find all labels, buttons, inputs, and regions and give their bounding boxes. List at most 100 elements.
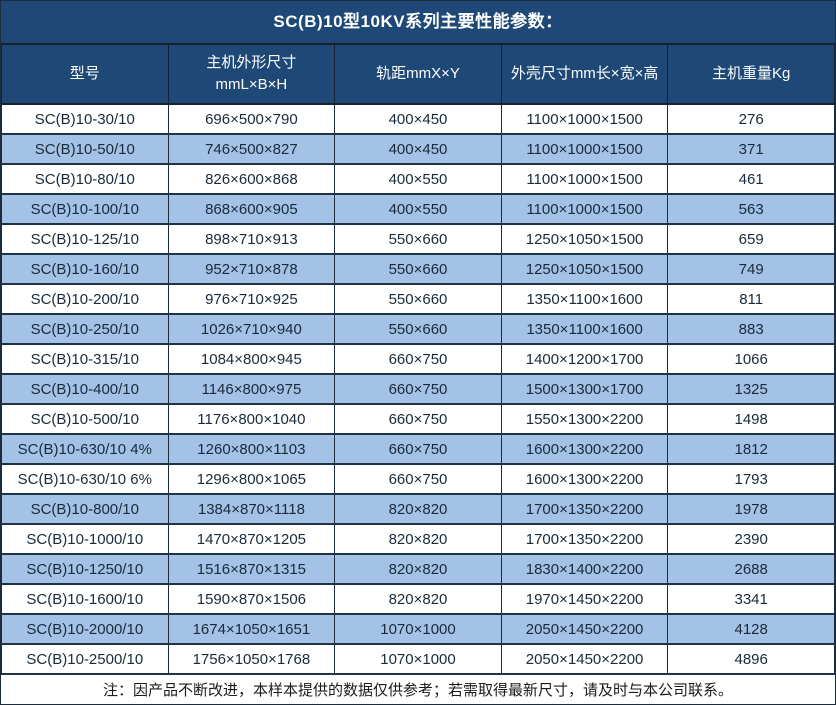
table-row: SC(B)10-250/101026×710×940550×6601350×11… (2, 314, 835, 344)
table-cell: 811 (668, 284, 835, 314)
table-cell: 660×750 (335, 344, 502, 374)
table-cell: 4896 (668, 644, 835, 674)
table-cell: 820×820 (335, 524, 502, 554)
table-cell: 1550×1300×2200 (501, 404, 668, 434)
table-cell: 400×450 (335, 104, 502, 134)
table-cell: 1260×800×1103 (168, 434, 335, 464)
table-cell: 1350×1100×1600 (501, 314, 668, 344)
table-cell: SC(B)10-2500/10 (2, 644, 169, 674)
header-row: 型号 主机外形尺寸 mmL×B×H 轨距mmX×Y 外壳尺寸mm长×宽×高 主机… (2, 45, 835, 104)
table-cell: 1830×1400×2200 (501, 554, 668, 584)
table-cell: SC(B)10-30/10 (2, 104, 169, 134)
table-cell: 660×750 (335, 434, 502, 464)
table-cell: SC(B)10-160/10 (2, 254, 169, 284)
table-cell: SC(B)10-315/10 (2, 344, 169, 374)
table-cell: 1812 (668, 434, 835, 464)
table-cell: 826×600×868 (168, 164, 335, 194)
table-cell: SC(B)10-630/10 6% (2, 464, 169, 494)
table-cell: 749 (668, 254, 835, 284)
table-row: SC(B)10-315/101084×800×945660×7501400×12… (2, 344, 835, 374)
table-cell: 1700×1350×2200 (501, 524, 668, 554)
spec-table: 型号 主机外形尺寸 mmL×B×H 轨距mmX×Y 外壳尺寸mm长×宽×高 主机… (1, 45, 835, 675)
table-cell: 1400×1200×1700 (501, 344, 668, 374)
col-header-shell-dimensions-label: 外壳尺寸mm长×宽×高 (511, 65, 659, 82)
table-row: SC(B)10-100/10868×600×905400×5501100×100… (2, 194, 835, 224)
table-cell: 2688 (668, 554, 835, 584)
table-cell: 952×710×878 (168, 254, 335, 284)
table-cell: 1674×1050×1651 (168, 614, 335, 644)
table-cell: 660×750 (335, 464, 502, 494)
table-cell: SC(B)10-100/10 (2, 194, 169, 224)
table-cell: 1978 (668, 494, 835, 524)
table-cell: 1176×800×1040 (168, 404, 335, 434)
table-cell: 1516×870×1315 (168, 554, 335, 584)
col-header-weight-label: 主机重量Kg (712, 65, 790, 82)
table-row: SC(B)10-500/101176×800×1040660×7501550×1… (2, 404, 835, 434)
table-cell: SC(B)10-1250/10 (2, 554, 169, 584)
table-row: SC(B)10-800/101384×870×1118820×8201700×1… (2, 494, 835, 524)
table-cell: 550×660 (335, 284, 502, 314)
table-cell: 400×550 (335, 194, 502, 224)
table-row: SC(B)10-1600/101590×870×1506820×8201970×… (2, 584, 835, 614)
table-row: SC(B)10-50/10746×500×827400×4501100×1000… (2, 134, 835, 164)
table-cell: 1700×1350×2200 (501, 494, 668, 524)
table-cell: 1066 (668, 344, 835, 374)
table-cell: 746×500×827 (168, 134, 335, 164)
table-cell: 2050×1450×2200 (501, 614, 668, 644)
col-header-rail-gauge-label: 轨距mmX×Y (376, 65, 460, 82)
table-cell: 461 (668, 164, 835, 194)
table-row: SC(B)10-2500/101756×1050×17681070×100020… (2, 644, 835, 674)
table-cell: 1500×1300×1700 (501, 374, 668, 404)
table-cell: 563 (668, 194, 835, 224)
table-cell: 1590×870×1506 (168, 584, 335, 614)
spec-sheet: SC(B)10型10KV系列主要性能参数： 型号 主机外形尺寸 mmL×B×H … (0, 0, 836, 705)
table-cell: 1146×800×975 (168, 374, 335, 404)
table-cell: SC(B)10-800/10 (2, 494, 169, 524)
table-cell: 550×660 (335, 314, 502, 344)
table-cell: SC(B)10-200/10 (2, 284, 169, 314)
table-cell: 1793 (668, 464, 835, 494)
table-cell: 1600×1300×2200 (501, 464, 668, 494)
table-cell: 1296×800×1065 (168, 464, 335, 494)
table-cell: 696×500×790 (168, 104, 335, 134)
table-cell: SC(B)10-400/10 (2, 374, 169, 404)
table-row: SC(B)10-1250/101516×870×1315820×8201830×… (2, 554, 835, 584)
table-cell: SC(B)10-50/10 (2, 134, 169, 164)
table-cell: 2050×1450×2200 (501, 644, 668, 674)
table-row: SC(B)10-400/101146×800×975660×7501500×13… (2, 374, 835, 404)
table-row: SC(B)10-80/10826×600×868400×5501100×1000… (2, 164, 835, 194)
col-header-rail-gauge: 轨距mmX×Y (335, 45, 502, 104)
table-row: SC(B)10-160/10952×710×878550×6601250×105… (2, 254, 835, 284)
table-cell: 659 (668, 224, 835, 254)
table-cell: 976×710×925 (168, 284, 335, 314)
table-row: SC(B)10-630/10 6%1296×800×1065660×750160… (2, 464, 835, 494)
table-row: SC(B)10-1000/101470×870×1205820×8201700×… (2, 524, 835, 554)
col-header-host-dimensions-line1: 主机外形尺寸 (206, 54, 296, 71)
col-header-shell-dimensions: 外壳尺寸mm长×宽×高 (501, 45, 668, 104)
col-header-model-label: 型号 (70, 65, 100, 82)
table-cell: SC(B)10-1600/10 (2, 584, 169, 614)
col-header-weight: 主机重量Kg (668, 45, 835, 104)
table-cell: 1970×1450×2200 (501, 584, 668, 614)
table-cell: 1756×1050×1768 (168, 644, 335, 674)
col-header-host-dimensions: 主机外形尺寸 mmL×B×H (168, 45, 335, 104)
table-cell: 1250×1050×1500 (501, 224, 668, 254)
table-cell: 660×750 (335, 374, 502, 404)
table-cell: SC(B)10-500/10 (2, 404, 169, 434)
table-cell: SC(B)10-630/10 4% (2, 434, 169, 464)
table-row: SC(B)10-125/10898×710×913550×6601250×105… (2, 224, 835, 254)
table-cell: 1600×1300×2200 (501, 434, 668, 464)
table-cell: 2390 (668, 524, 835, 554)
col-header-host-dimensions-line2: mmL×B×H (216, 76, 288, 93)
table-cell: SC(B)10-125/10 (2, 224, 169, 254)
table-cell: 1070×1000 (335, 644, 502, 674)
table-cell: SC(B)10-80/10 (2, 164, 169, 194)
table-cell: 868×600×905 (168, 194, 335, 224)
table-cell: 400×550 (335, 164, 502, 194)
table-cell: 1325 (668, 374, 835, 404)
table-cell: 1100×1000×1500 (501, 104, 668, 134)
table-cell: SC(B)10-1000/10 (2, 524, 169, 554)
table-cell: 1100×1000×1500 (501, 134, 668, 164)
table-cell: 550×660 (335, 224, 502, 254)
table-cell: 1084×800×945 (168, 344, 335, 374)
